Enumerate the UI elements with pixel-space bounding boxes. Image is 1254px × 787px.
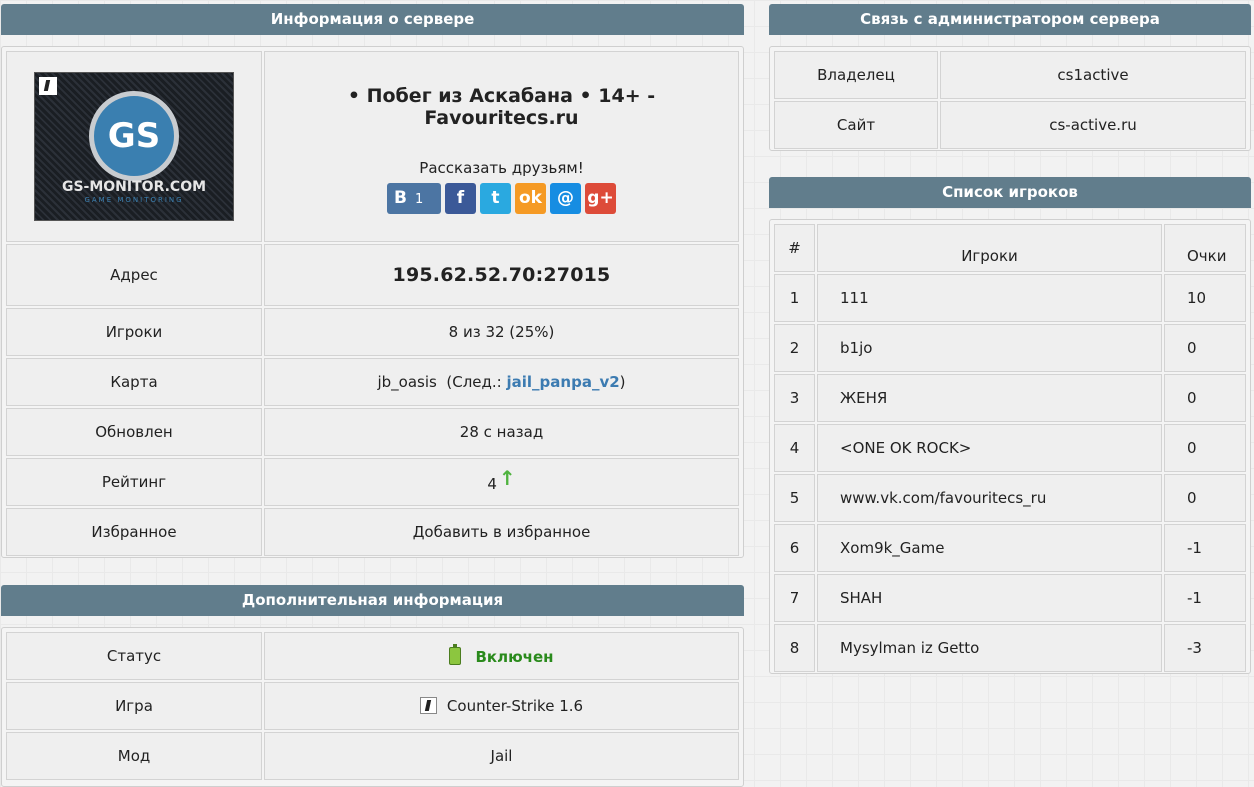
player-score: 0 xyxy=(1164,474,1246,522)
player-name: 111 xyxy=(817,274,1162,322)
extra-info-table: Статус Включен Игра Counter-Strike 1.6 М… xyxy=(4,630,741,782)
server-info-panel: GS GS-MONITOR.COM GAME MONITORING • Побе… xyxy=(1,46,744,558)
player-score: 0 xyxy=(1164,424,1246,472)
table-row: 7 SHAH -1 xyxy=(774,574,1246,622)
mailru-share-icon[interactable]: @ xyxy=(550,183,581,214)
rating-label: Рейтинг xyxy=(6,458,262,506)
players-value: 8 из 32 (25%) xyxy=(264,308,739,356)
favorites-label: Избранное xyxy=(6,508,262,556)
extra-info-title: Дополнительная информация xyxy=(1,585,744,616)
map-current: jb_oasis xyxy=(377,373,437,391)
player-num: 7 xyxy=(774,574,815,622)
gs-badge: GS xyxy=(89,91,179,181)
player-num: 4 xyxy=(774,424,815,472)
table-row: 8 Mysylman iz Getto -3 xyxy=(774,624,1246,672)
player-score: 0 xyxy=(1164,374,1246,422)
table-row: 2 b1jo 0 xyxy=(774,324,1246,372)
logo-sub: GAME MONITORING xyxy=(84,196,184,204)
extra-info-panel: Статус Включен Игра Counter-Strike 1.6 М… xyxy=(1,627,744,787)
players-label: Игроки xyxy=(6,308,262,356)
server-info-table: GS GS-MONITOR.COM GAME MONITORING • Побе… xyxy=(4,49,741,558)
admin-contact-title: Связь с администратором сервера xyxy=(769,4,1251,35)
player-name: Xom9k_Game xyxy=(817,524,1162,572)
updated-label: Обновлен xyxy=(6,408,262,456)
admin-contact-panel: Владелец cs1active Сайт cs-active.ru xyxy=(769,46,1251,151)
game-value-cell: Counter-Strike 1.6 xyxy=(264,682,739,730)
table-row: 1 111 10 xyxy=(774,274,1246,322)
player-score: 10 xyxy=(1164,274,1246,322)
map-value-cell: jb_oasis (След.: jail_panpa_v2) xyxy=(264,358,739,406)
server-name: • Побег из Аскабана • 14+ - Favouritecs.… xyxy=(347,85,656,129)
server-info-title: Информация о сервере xyxy=(1,4,744,35)
vk-share-button[interactable]: B1 xyxy=(387,183,441,214)
logo-brand: GS-MONITOR.COM xyxy=(61,179,207,195)
col-header-num: # xyxy=(774,224,815,272)
rating-value-cell: 4 ↑ xyxy=(264,458,739,506)
game-value: Counter-Strike 1.6 xyxy=(446,697,584,715)
game-label: Игра xyxy=(6,682,262,730)
map-label: Карта xyxy=(6,358,262,406)
status-value-cell: Включен xyxy=(264,632,739,680)
updated-value: 28 с назад xyxy=(264,408,739,456)
map-next-prefix: (След.: xyxy=(446,373,502,391)
battery-status-icon xyxy=(449,643,462,665)
col-header-score[interactable]: Очки xyxy=(1164,224,1246,272)
map-next-suffix: ) xyxy=(619,373,626,391)
admin-contact-table: Владелец cs1active Сайт cs-active.ru xyxy=(772,49,1248,151)
owner-value: cs1active xyxy=(940,51,1246,99)
address-label: Адрес xyxy=(6,244,262,306)
player-name: <ONE OK ROCK> xyxy=(817,424,1162,472)
rating-up-arrow-icon[interactable]: ↑ xyxy=(499,466,516,490)
share-label: Рассказать друзьям! xyxy=(419,159,584,177)
server-name-cell: • Побег из Аскабана • 14+ - Favouritecs.… xyxy=(264,51,739,242)
player-num: 2 xyxy=(774,324,815,372)
player-score: -3 xyxy=(1164,624,1246,672)
player-num: 8 xyxy=(774,624,815,672)
mod-label: Мод xyxy=(6,732,262,780)
server-logo-cell: GS GS-MONITOR.COM GAME MONITORING xyxy=(6,51,262,242)
table-row: 5 www.vk.com/favouritecs_ru 0 xyxy=(774,474,1246,522)
col-header-players[interactable]: Игроки xyxy=(817,224,1162,272)
mod-value: Jail xyxy=(264,732,739,780)
facebook-share-icon[interactable]: f xyxy=(445,183,476,214)
site-link[interactable]: cs-active.ru xyxy=(940,101,1246,149)
odnoklassniki-share-icon[interactable]: ok xyxy=(515,183,546,214)
player-num: 6 xyxy=(774,524,815,572)
status-label: Статус xyxy=(6,632,262,680)
site-label: Сайт xyxy=(774,101,938,149)
player-score: -1 xyxy=(1164,524,1246,572)
player-name: ЖЕНЯ xyxy=(817,374,1162,422)
rating-value: 4 xyxy=(487,475,497,493)
player-num: 1 xyxy=(774,274,815,322)
player-num: 5 xyxy=(774,474,815,522)
status-value: Включен xyxy=(475,647,554,666)
counter-strike-icon xyxy=(419,697,437,714)
player-num: 3 xyxy=(774,374,815,422)
gs-monitor-logo: GS GS-MONITOR.COM GAME MONITORING xyxy=(34,72,234,221)
vk-share-count: 1 xyxy=(414,192,424,207)
cs-game-icon xyxy=(39,77,57,95)
share-buttons: B1 f t ok @ g+ xyxy=(387,183,616,214)
player-name: b1jo xyxy=(817,324,1162,372)
player-name: Mysylman iz Getto xyxy=(817,624,1162,672)
player-score: 0 xyxy=(1164,324,1246,372)
map-next-link[interactable]: jail_panpa_v2 xyxy=(507,373,620,391)
google-plus-share-icon[interactable]: g+ xyxy=(585,183,616,214)
table-row: 4 <ONE OK ROCK> 0 xyxy=(774,424,1246,472)
player-name: SHAH xyxy=(817,574,1162,622)
add-to-favorites-link[interactable]: Добавить в избранное xyxy=(264,508,739,556)
table-row: 3 ЖЕНЯ 0 xyxy=(774,374,1246,422)
players-list-panel: # Игроки Очки 1 111 10 2 b1jo 0 3 ЖЕНЯ 0… xyxy=(769,219,1251,674)
players-table: # Игроки Очки 1 111 10 2 b1jo 0 3 ЖЕНЯ 0… xyxy=(772,222,1248,674)
twitter-share-icon[interactable]: t xyxy=(480,183,511,214)
players-list-title: Список игроков xyxy=(769,177,1251,208)
owner-label: Владелец xyxy=(774,51,938,99)
table-row: 6 Xom9k_Game -1 xyxy=(774,524,1246,572)
player-name: www.vk.com/favouritecs_ru xyxy=(817,474,1162,522)
player-score: -1 xyxy=(1164,574,1246,622)
address-value[interactable]: 195.62.52.70:27015 xyxy=(264,244,739,306)
